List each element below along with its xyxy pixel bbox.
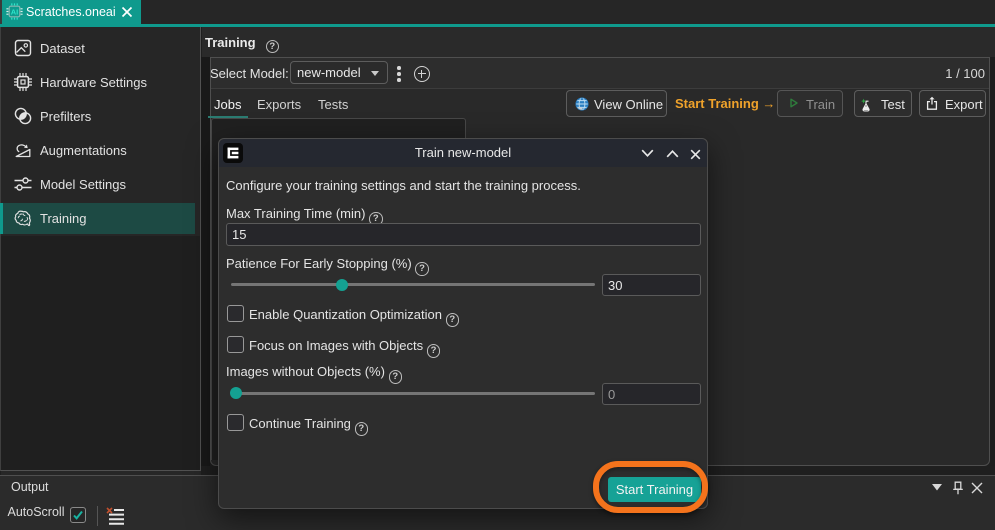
svg-text:AI: AI bbox=[11, 7, 19, 16]
